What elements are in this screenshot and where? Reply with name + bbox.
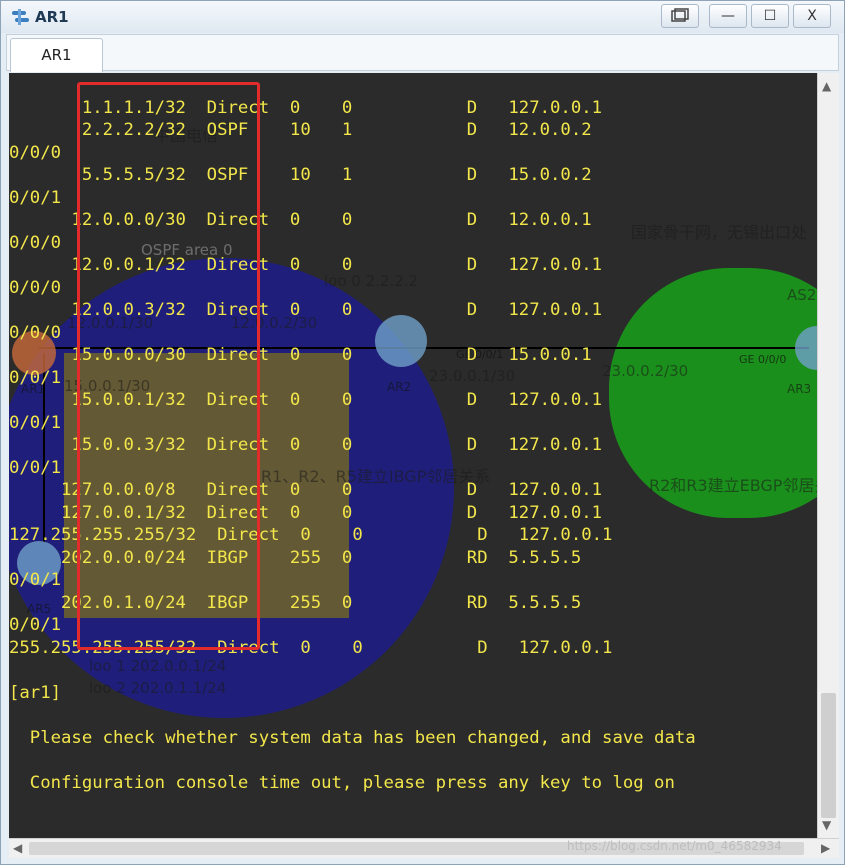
highlight-box — [77, 82, 260, 650]
topo-label: 23.0.0.1/30 — [429, 367, 515, 385]
topo-label: 国家骨干网，无锡出口处 — [631, 223, 807, 242]
vertical-scroll-thumb[interactable] — [821, 693, 836, 818]
console-terminal[interactable]: 中国电信 OSPF area 0 国家骨干网，无锡出口处 loo 0 2.2.2… — [9, 73, 817, 838]
topo-label: loo 2 202.0.1.1/24 — [89, 679, 226, 697]
app-window: AR1 — ☐ X AR1 中国电信 OSPF area 0 国家骨干网，无锡出… — [0, 0, 845, 865]
window-title: AR1 — [35, 8, 69, 26]
scroll-down-icon[interactable]: ▼ — [822, 818, 831, 832]
topo-label: AS200 — [787, 286, 817, 304]
topo-label: GE 0/0/0 — [739, 353, 786, 366]
tab-bar: AR1 — [6, 34, 839, 72]
tab-ar1[interactable]: AR1 — [10, 38, 103, 72]
scroll-right-icon[interactable]: ▶ — [821, 841, 830, 855]
scroll-up-icon[interactable]: ▲ — [822, 79, 831, 93]
console-line: Configuration console time out, please p… — [9, 773, 675, 793]
console-prompt: [ar1] — [9, 683, 62, 703]
close-icon: X — [807, 8, 817, 24]
scroll-left-icon[interactable]: ◀ — [13, 841, 22, 855]
minimize-button[interactable]: — — [709, 4, 747, 28]
maximize-button[interactable]: ☐ — [751, 4, 789, 28]
console-line: 0/0/1 — [9, 458, 62, 478]
title-bar[interactable]: AR1 — ☐ X — [1, 1, 844, 33]
restore-icon — [671, 8, 689, 22]
minimize-icon: — — [721, 8, 735, 24]
console-line: 0/0/1 — [9, 570, 62, 590]
topo-label: loo 1 202.0.0.1/24 — [89, 657, 226, 675]
vertical-scrollbar[interactable]: ▲ ▼ — [817, 73, 839, 838]
topo-label: AR3 — [787, 382, 811, 396]
console-line: 0/0/0 — [9, 233, 62, 253]
restore-button[interactable] — [661, 4, 699, 28]
maximize-icon: ☐ — [763, 8, 777, 24]
console-line: 0/0/0 — [9, 143, 62, 163]
topo-label: 23.0.0.2/30 — [602, 362, 688, 380]
console-line: 0/0/0 — [9, 278, 62, 298]
close-button[interactable]: X — [793, 4, 831, 28]
console-line: 0/0/1 — [9, 615, 62, 635]
console-line: 0/0/1 — [9, 368, 62, 388]
console-line: 0/0/0 — [9, 323, 62, 343]
console-line: Please check whether system data has bee… — [9, 728, 696, 748]
router-icon — [12, 9, 29, 25]
console-line: 0/0/1 — [9, 188, 62, 208]
console-line: 0/0/1 — [9, 413, 62, 433]
watermark: https://blog.csdn.net/m0_46582934 — [567, 839, 782, 853]
topo-label: R2和R3建立EBGP邻居关系 — [649, 476, 817, 495]
